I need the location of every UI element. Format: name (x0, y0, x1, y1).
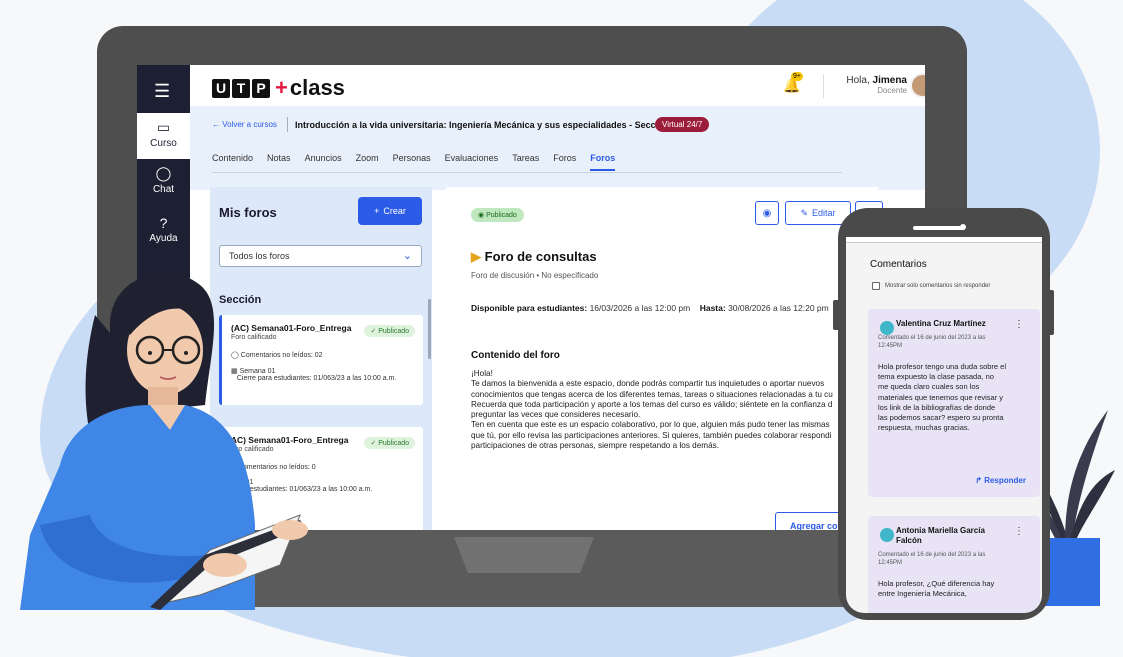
phone-button (1048, 290, 1054, 335)
tab-foros[interactable]: Foros (553, 153, 576, 171)
menu-icon[interactable]: ☰ (154, 81, 170, 102)
divider (823, 74, 824, 98)
sidebar-item-curso[interactable]: ▭ Curso (137, 113, 190, 159)
more-options-icon[interactable]: ⋮ (1014, 526, 1024, 537)
tab-evaluaciones[interactable]: Evaluaciones (445, 153, 499, 171)
avatar[interactable] (910, 73, 925, 98)
unanswered-filter-checkbox[interactable]: Mostrar solo comentarios sin responder (872, 282, 990, 290)
create-forum-button[interactable]: + Crear (358, 197, 422, 225)
course-title: Introducción a la vida universitaria: In… (295, 120, 697, 130)
reply-icon: ↱ (975, 476, 982, 485)
woman-reading-illustration (20, 273, 308, 610)
forum-subtitle: Foro de discusión • No especificado (471, 271, 599, 280)
hero-illustration: ☰ ▭ Curso ◯ Chat ? Ayuda U T P + class 🔔 9… (0, 0, 1123, 657)
virtual-badge: Virtual 24/7 (655, 117, 710, 132)
user-greeting: Hola, Jimena Docente (846, 75, 907, 95)
more-options-icon[interactable]: ⋮ (1014, 319, 1024, 330)
avatar (880, 321, 894, 335)
comment-card: Antonia Mariella García Falcón ⋮ Comenta… (868, 516, 1040, 613)
back-to-courses-link[interactable]: ← Volver a cursos (212, 120, 277, 129)
forum-title: ▶ Foro de consultas (471, 249, 597, 264)
forums-panel-title: Mis foros (219, 205, 277, 220)
plus-icon: + (374, 206, 380, 216)
scrollbar[interactable] (428, 299, 431, 359)
content-heading: Contenido del foro (471, 350, 560, 361)
preview-button[interactable]: ◉ (755, 201, 779, 225)
tab-zoom[interactable]: Zoom (356, 153, 379, 171)
reply-button[interactable]: ↱ Responder (975, 476, 1026, 485)
phone-topbar (846, 237, 1042, 243)
comments-title: Comentarios (870, 259, 927, 270)
content-body: ¡Hola! Te damos la bienvenida a este esp… (471, 369, 833, 451)
edit-icon: ✎ (800, 207, 809, 218)
book-icon: ▭ (156, 119, 171, 135)
eye-icon: ◉ (762, 207, 772, 219)
laptop-notch (454, 537, 594, 573)
status-badge: ✓ Publicado (364, 325, 415, 337)
sidebar-item-ayuda[interactable]: ? Ayuda (137, 215, 190, 255)
chevron-down-icon: ⌄ (402, 250, 412, 262)
comment-card: Valentina Cruz Martínez ⋮ Comentado el 1… (868, 309, 1040, 497)
utp-class-logo[interactable]: U T P + class (212, 75, 345, 101)
tab-personas[interactable]: Personas (393, 153, 431, 171)
status-badge: ✓ Publicado (364, 437, 415, 449)
app-header: U T P +class 🔔9+ Hola, Jimena Docente ⌄ (190, 65, 925, 107)
bell-icon[interactable]: 🔔 9+ (783, 72, 803, 94)
tab-foros-active[interactable]: Foros (590, 153, 616, 171)
forum-detail-panel: ◉ Publicado ◉ ✎ Editar ▶ Foro de consulta… (446, 187, 883, 530)
forum-icon: ▶ (471, 249, 481, 264)
divider (287, 117, 288, 132)
chat-icon: ◯ (155, 165, 172, 181)
phone-camera (960, 224, 966, 230)
edit-button[interactable]: ✎ Editar (785, 201, 851, 225)
tab-notas[interactable]: Notas (267, 153, 291, 171)
help-icon: ? (159, 215, 168, 231)
tab-tareas[interactable]: Tareas (512, 153, 539, 171)
tab-underline (212, 172, 842, 173)
notification-badge: 9+ (791, 72, 803, 81)
phone-screen: Comentarios Mostrar solo comentarios sin… (846, 237, 1042, 613)
checkbox[interactable] (872, 282, 880, 290)
sidebar-item-chat[interactable]: ◯ Chat (137, 165, 190, 205)
tab-contenido[interactable]: Contenido (212, 153, 253, 171)
forum-filter-select[interactable]: Todos los foros ⌄ (219, 245, 422, 267)
status-badge: ◉ Publicado (471, 208, 524, 222)
avatar (880, 528, 894, 542)
course-tabs: Contenido Notas Anuncios Zoom Personas E… (212, 153, 616, 171)
tab-anuncios[interactable]: Anuncios (305, 153, 342, 171)
phone-speaker (913, 226, 965, 230)
course-header: ← Volver a cursos Introducción a la vida… (190, 107, 925, 190)
availability-info: Disponible para estudiantes: 16/03/2026 … (471, 303, 829, 313)
phone-button (833, 300, 839, 330)
